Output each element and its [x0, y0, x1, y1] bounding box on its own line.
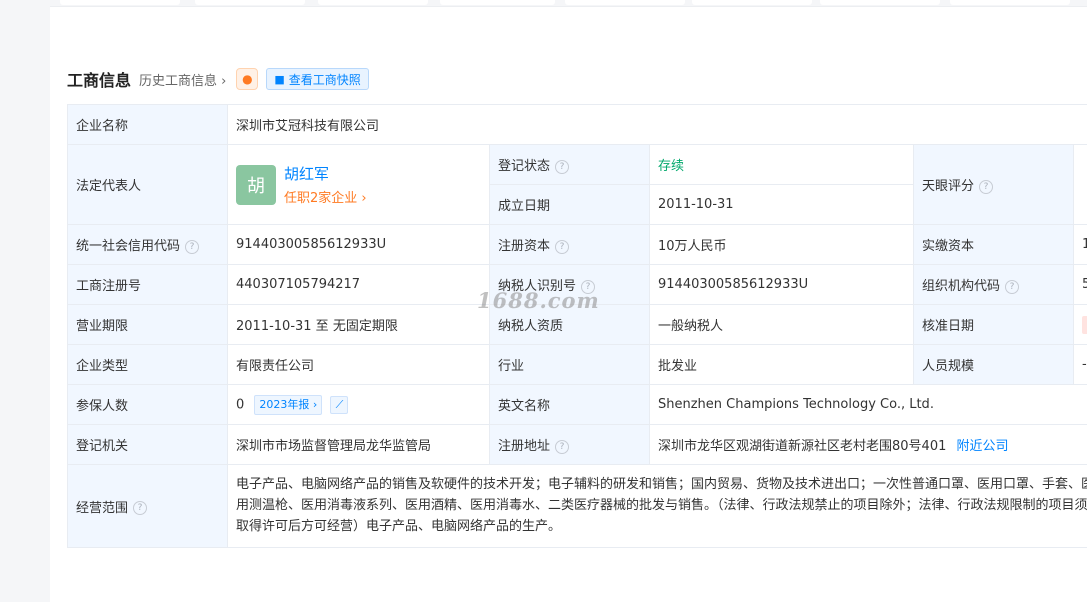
- company-name-value: 深圳市艾冠科技有限公司: [226, 104, 1087, 145]
- top-tab[interactable]: [820, 0, 940, 5]
- reg-status-value: 存续: [658, 159, 685, 174]
- insured-cell: 0 2023年报 › ⟋: [227, 384, 490, 425]
- section-title: 工商信息: [67, 71, 132, 90]
- table-row: 参保人数 0 2023年报 › ⟋ 英文名称 Shenzhen Champion…: [67, 384, 1087, 425]
- table-row: 企业类型 有限责任公司 行业 批发业 人员规模 -: [67, 344, 1087, 385]
- table-row: 统一社会信用代码? 91440300585612933U 注册资本? 10万人民…: [67, 224, 1087, 265]
- top-tab[interactable]: [692, 0, 812, 5]
- snapshot-button-label: 查看工商快照: [288, 72, 361, 87]
- english-name-label: 英文名称: [489, 384, 650, 425]
- industry-label: 行业: [489, 344, 650, 385]
- reg-address-value: 深圳市龙华区观湖街道新源社区老村老围80号401: [658, 439, 947, 454]
- top-tab[interactable]: [565, 0, 685, 5]
- taxpayer-qual-value: 一般纳税人: [649, 304, 914, 345]
- legal-rep-cell: 胡 胡红军 任职2家企业 ›: [227, 144, 490, 225]
- legal-rep-companies-link[interactable]: 任职2家企业 ›: [284, 187, 367, 206]
- reg-status-label-cell: 登记状态?: [489, 144, 650, 185]
- top-tab[interactable]: [440, 0, 555, 5]
- reg-authority-label: 登记机关: [67, 424, 228, 465]
- help-icon[interactable]: ?: [555, 159, 570, 174]
- taxpayer-id-value: 91440300585612933U: [649, 264, 914, 305]
- approval-date-value: [1072, 304, 1087, 345]
- bell-icon: ●: [242, 72, 253, 86]
- approval-date-label: 核准日期: [913, 304, 1074, 345]
- top-tab[interactable]: [950, 0, 1070, 5]
- credit-code-label: 统一社会信用代码: [76, 239, 181, 254]
- top-tab[interactable]: [60, 0, 180, 5]
- business-term-value: 2011-10-31 至 无固定期限: [227, 304, 490, 345]
- top-tab[interactable]: [318, 0, 428, 5]
- reg-capital-value: 10万人民币: [649, 224, 914, 265]
- tianyan-score-label: 天眼评分: [922, 179, 975, 194]
- org-code-label-cell: 组织机构代码?: [913, 264, 1074, 305]
- approval-date-chip: [1082, 315, 1087, 334]
- staff-size-value: -: [1072, 344, 1087, 385]
- english-name-value: Shenzhen Champions Technology Co., Ltd.: [648, 384, 1087, 425]
- reg-capital-label-cell: 注册资本?: [489, 224, 650, 265]
- help-icon[interactable]: ?: [555, 439, 570, 454]
- camera-icon: ■: [274, 72, 285, 86]
- tianyan-score-label-cell: 天眼评分?: [913, 144, 1074, 225]
- history-link[interactable]: 历史工商信息 ›: [139, 70, 226, 89]
- established-value: 2011-10-31: [649, 184, 914, 225]
- tianyan-score-value: [1072, 144, 1087, 225]
- snapshot-button[interactable]: ■ 查看工商快照: [266, 68, 369, 90]
- company-type-value: 有限责任公司: [227, 344, 490, 385]
- help-icon[interactable]: ?: [979, 179, 994, 194]
- industry-value: 批发业: [649, 344, 914, 385]
- insured-label: 参保人数: [67, 384, 228, 425]
- help-icon[interactable]: ?: [555, 239, 570, 254]
- business-info-table: 企业名称 深圳市艾冠科技有限公司 法定代表人 胡 胡红军 任职2家企业 › 登记…: [67, 104, 1087, 548]
- scope-label-cell: 经营范围?: [67, 464, 228, 548]
- reg-address-label: 注册地址: [498, 439, 551, 454]
- reg-address-cell: 深圳市龙华区观湖街道新源社区老村老围80号401 附近公司: [648, 424, 1087, 465]
- reg-address-label-cell: 注册地址?: [489, 424, 650, 465]
- company-name-label: 企业名称: [67, 104, 228, 145]
- business-term-label: 营业期限: [67, 304, 228, 345]
- reg-number-label: 工商注册号: [67, 264, 228, 305]
- help-icon[interactable]: ?: [1005, 279, 1020, 294]
- company-type-label: 企业类型: [67, 344, 228, 385]
- section-header: 工商信息 历史工商信息 › ● ■ 查看工商快照: [67, 64, 369, 94]
- reg-status-label: 登记状态: [498, 159, 551, 174]
- paid-capital-label: 实缴资本: [913, 224, 1074, 265]
- scope-value: 电子产品、电脑网络产品的销售及软硬件的技术开发；电子辅料的研发和销售；国内贸易、…: [236, 476, 1087, 534]
- reg-authority-value: 深圳市市场监督管理局龙华监管局: [227, 424, 490, 465]
- annual-report-badge[interactable]: 2023年报 ›: [254, 394, 323, 415]
- scope-label: 经营范围: [76, 500, 129, 516]
- reg-status-cell: 存续: [649, 144, 914, 185]
- table-row: 法定代表人 胡 胡红军 任职2家企业 › 登记状态? 存续 天眼评分?: [67, 144, 1087, 225]
- paid-capital-value: 1: [1072, 224, 1087, 265]
- reg-capital-label: 注册资本: [498, 239, 551, 254]
- legal-rep-name[interactable]: 胡红军: [284, 163, 367, 184]
- nearby-companies-link[interactable]: 附近公司: [957, 439, 1009, 454]
- reg-number-value: 440307105794217: [227, 264, 490, 305]
- table-row: 登记机关 深圳市市场监督管理局龙华监管局 注册地址? 深圳市龙华区观湖街道新源社…: [67, 424, 1087, 465]
- credit-code-value: 91440300585612933U: [227, 224, 490, 265]
- scope-cell: 电子产品、电脑网络产品的销售及软硬件的技术开发；电子辅料的研发和销售；国内贸易、…: [226, 464, 1087, 548]
- credit-code-label-cell: 统一社会信用代码?: [67, 224, 228, 265]
- help-icon[interactable]: ?: [185, 239, 200, 254]
- help-icon[interactable]: ?: [133, 501, 148, 515]
- watermark: 1688.com: [477, 288, 600, 313]
- table-row: 经营范围? 电子产品、电脑网络产品的销售及软硬件的技术开发；电子辅料的研发和销售…: [67, 464, 1087, 548]
- insured-value: 0: [236, 397, 245, 412]
- avatar[interactable]: 胡: [236, 164, 276, 205]
- top-tab-strip: [50, 0, 1087, 7]
- org-code-label: 组织机构代码: [922, 279, 1001, 294]
- legal-rep-label: 法定代表人: [67, 144, 228, 225]
- table-row: 企业名称 深圳市艾冠科技有限公司: [67, 104, 1087, 145]
- top-tab[interactable]: [195, 0, 305, 5]
- org-code-value: 5: [1072, 264, 1087, 305]
- monitor-button[interactable]: ●: [236, 68, 259, 90]
- staff-size-label: 人员规模: [913, 344, 1074, 385]
- established-label: 成立日期: [489, 184, 650, 225]
- trend-chart-icon[interactable]: ⟋: [330, 395, 349, 414]
